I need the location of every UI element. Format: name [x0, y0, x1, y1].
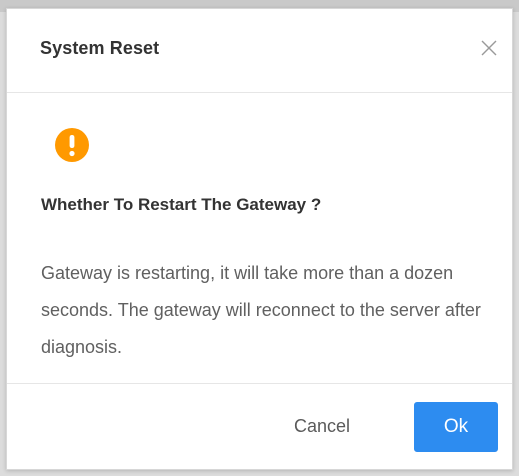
confirm-question: Whether To Restart The Gateway ?	[41, 195, 322, 214]
ok-button[interactable]: Ok	[414, 402, 498, 452]
dialog-footer: Cancel Ok	[7, 383, 512, 469]
close-button[interactable]	[476, 35, 502, 61]
cancel-button[interactable]: Cancel	[277, 404, 367, 448]
dialog-body: Whether To Restart The Gateway ? Gateway…	[7, 93, 512, 383]
confirm-message: Gateway is restarting, it will take more…	[41, 263, 481, 357]
dialog-title: System Reset	[40, 38, 160, 58]
dialog-header: System Reset	[7, 9, 512, 93]
exclamation-circle-icon	[55, 128, 89, 162]
close-icon	[481, 40, 497, 56]
system-reset-dialog: System Reset Whether To Restart The Gate…	[6, 8, 513, 470]
